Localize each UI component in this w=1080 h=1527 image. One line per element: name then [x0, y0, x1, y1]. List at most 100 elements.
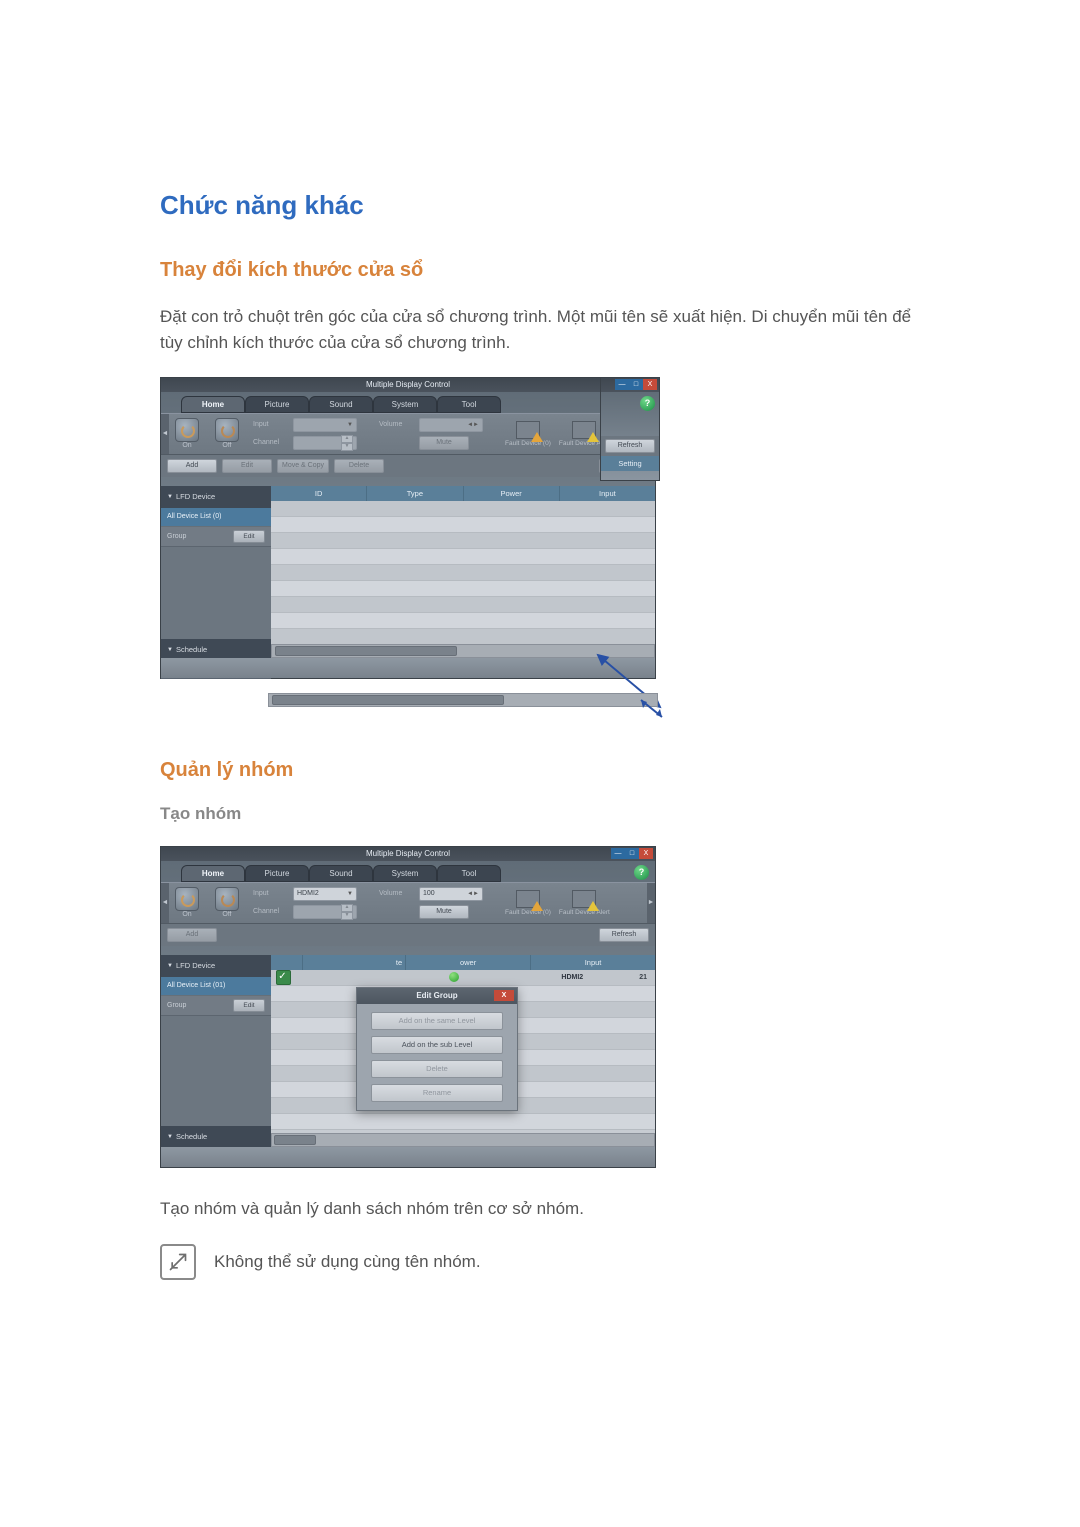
refresh-button[interactable]: Refresh [599, 928, 649, 942]
volume-field[interactable]: ◄► [419, 418, 483, 432]
tab-home[interactable]: Home [181, 396, 245, 413]
channel-label: Channel [253, 908, 289, 915]
channel-stepper[interactable]: ▲▼ [293, 905, 357, 919]
tab-system[interactable]: System [373, 396, 437, 413]
subsub-create-group: Tạo nhóm [160, 804, 920, 824]
sidebar-group-row: Group Edit [161, 526, 271, 547]
input-select[interactable]: HDMI2▼ [293, 887, 357, 901]
col-power[interactable]: ower [406, 955, 531, 970]
sidebar-edit-button[interactable]: Edit [233, 530, 265, 543]
screenshot-resize: Multiple Display Control — □ X ? Home Pi… [160, 377, 920, 723]
content-area: ID Type Power Input [271, 486, 655, 644]
add-same-level-button[interactable]: Add on the same Level [371, 1012, 503, 1030]
sidebar-group-label: Group [167, 533, 186, 540]
h-scrollbar[interactable] [271, 1133, 655, 1147]
power-status-icon [449, 972, 459, 982]
power-off-button[interactable] [215, 418, 239, 442]
ribbon-scroll-right[interactable]: ► [647, 883, 655, 923]
tab-picture[interactable]: Picture [245, 865, 309, 882]
h-scrollbar[interactable] [271, 644, 655, 658]
mute-button[interactable]: Mute [419, 905, 469, 919]
column-headers: ID Type Power Input [271, 486, 655, 501]
power-off-label: Off [222, 911, 231, 918]
minimize-button[interactable]: — [615, 379, 629, 390]
tab-home[interactable]: Home [181, 865, 245, 882]
col-input[interactable]: Input [560, 486, 655, 501]
col-check[interactable] [271, 955, 303, 970]
add-sub-level-button[interactable]: Add on the sub Level [371, 1036, 503, 1054]
sidebar: ▼LFD Device All Device List (0) Group Ed… [161, 486, 272, 644]
input-label: Input [253, 421, 289, 428]
tab-sound[interactable]: Sound [309, 396, 373, 413]
table-row [271, 597, 655, 613]
sidebar-schedule-header[interactable]: ▼Schedule [161, 1126, 271, 1148]
fault-device-icon[interactable] [516, 421, 540, 439]
after-shot-text: Tạo nhóm và quản lý danh sách nhóm trên … [160, 1196, 920, 1222]
sidebar-edit-button[interactable]: Edit [233, 999, 265, 1012]
refresh-button[interactable]: Refresh [605, 439, 655, 453]
tab-system[interactable]: System [373, 865, 437, 882]
tab-sound[interactable]: Sound [309, 865, 373, 882]
subsection-group: Quản lý nhóm [160, 759, 920, 782]
power-on-button[interactable] [175, 887, 199, 911]
help-icon[interactable]: ? [634, 865, 649, 880]
col-type[interactable]: Type [367, 486, 463, 501]
sidebar-lfd-header[interactable]: ▼LFD Device [161, 955, 271, 977]
check-icon[interactable] [276, 970, 291, 985]
mute-button[interactable]: Mute [419, 436, 469, 450]
input-select[interactable]: ▼ [293, 418, 357, 432]
add-button[interactable]: Add [167, 928, 217, 942]
ribbon-scroll-left[interactable]: ◄ [161, 883, 169, 923]
sidebar-all-devices[interactable]: All Device List (0) [161, 508, 271, 526]
table-row [271, 501, 655, 517]
delete-button[interactable]: Delete [334, 459, 384, 473]
channel-stepper[interactable]: ▲▼ [293, 436, 357, 450]
ribbon: ◄ ► On Off Input ▼ Channel [161, 413, 655, 455]
sidebar-group-row: Group Edit [161, 995, 271, 1016]
section-title: Chức năng khác [160, 190, 920, 221]
sidebar-lfd-header[interactable]: ▼LFD Device [161, 486, 271, 508]
table-row [271, 581, 655, 597]
minimize-button[interactable]: — [611, 848, 625, 859]
toolbar: Add Edit Move & Copy Delete Refresh [161, 455, 655, 477]
dialog-close-button[interactable]: X [494, 990, 514, 1001]
table-row [271, 1114, 655, 1130]
tab-tool[interactable]: Tool [437, 396, 501, 413]
col-setting[interactable]: Setting [601, 456, 659, 471]
dialog-delete-button[interactable]: Delete [371, 1060, 503, 1078]
move-copy-button[interactable]: Move & Copy [277, 459, 329, 473]
col-id[interactable]: ID [271, 486, 367, 501]
maximize-button[interactable]: □ [629, 379, 643, 390]
tab-picture[interactable]: Picture [245, 396, 309, 413]
volume-field[interactable]: 100◄► [419, 887, 483, 901]
table-row[interactable]: HDMI2 21 [271, 970, 655, 986]
close-button[interactable]: X [643, 379, 657, 390]
fault-device-label: Fault Device (0) [505, 440, 551, 447]
maximize-button[interactable]: □ [625, 848, 639, 859]
dialog-rename-button[interactable]: Rename [371, 1084, 503, 1102]
fault-alert-label: Fault Device Alert [559, 909, 610, 916]
edit-group-dialog: Edit Group X Add on the same Level Add o… [356, 987, 518, 1111]
secondary-window-strip: —□X ? Refresh Setting [600, 377, 660, 481]
dialog-title: Edit Group X [357, 988, 517, 1004]
h-scrollbar-lower[interactable] [268, 693, 658, 707]
power-on-button[interactable] [175, 418, 199, 442]
sidebar-all-devices[interactable]: All Device List (01) [161, 977, 271, 995]
footer-bar [161, 658, 655, 678]
close-button[interactable]: X [639, 848, 653, 859]
power-off-button[interactable] [215, 887, 239, 911]
fault-device-icon[interactable] [516, 890, 540, 908]
note-icon [160, 1244, 196, 1280]
help-icon[interactable]: ? [640, 396, 655, 411]
subsection-resize: Thay đổi kích thước cửa sổ [160, 259, 920, 282]
channel-label: Channel [253, 439, 289, 446]
fault-alert-icon[interactable] [572, 421, 596, 439]
tab-tool[interactable]: Tool [437, 865, 501, 882]
col-input[interactable]: Input [531, 955, 655, 970]
fault-alert-icon[interactable] [572, 890, 596, 908]
col-power[interactable]: Power [464, 486, 560, 501]
add-button[interactable]: Add [167, 459, 217, 473]
edit-button[interactable]: Edit [222, 459, 272, 473]
resize-body-text: Đặt con trỏ chuột trên góc của cửa sổ ch… [160, 304, 920, 357]
ribbon-scroll-left[interactable]: ◄ [161, 414, 169, 454]
